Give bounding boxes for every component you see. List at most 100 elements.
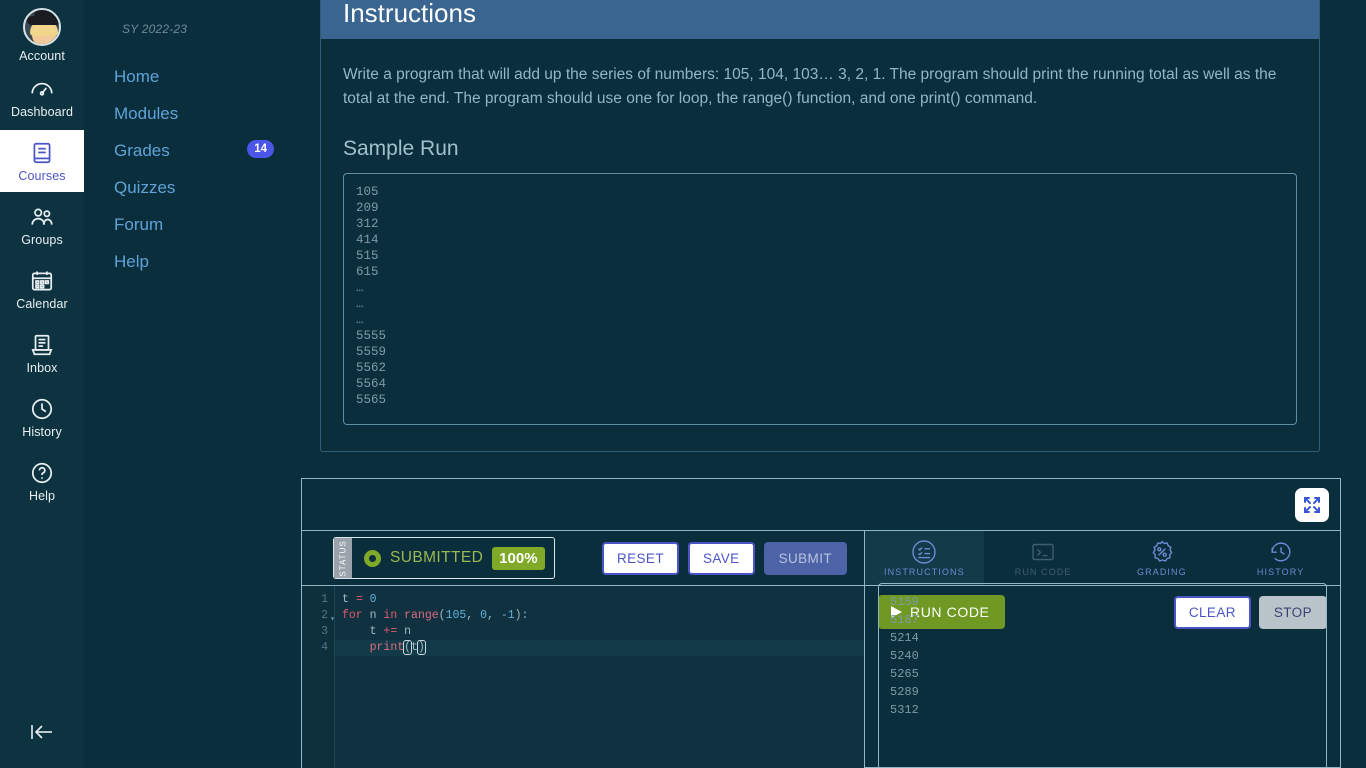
checklist-circle-icon [912, 540, 937, 564]
inbox-icon [31, 334, 53, 355]
course-nav-item-forum[interactable]: Forum [84, 206, 300, 243]
calendar-icon [31, 270, 53, 291]
code-token: ( [438, 609, 446, 622]
course-nav-item-home[interactable]: Home [84, 58, 300, 95]
console-output-line: 5187 [890, 613, 919, 627]
sidebar-item-history[interactable]: History [0, 386, 84, 448]
app-root: Account Dashboard Courses Groups Calenda… [0, 0, 1366, 768]
sample-output-line: 209 [356, 201, 379, 215]
submission-actions: RESET SAVE SUBMIT [601, 542, 847, 575]
expand-fullscreen-button[interactable] [1295, 488, 1329, 522]
sample-output-line: 515 [356, 249, 379, 263]
code-token: , [487, 609, 501, 622]
tab-grading[interactable]: GRADING [1103, 531, 1222, 585]
console-output-line: 5312 [890, 703, 919, 717]
ring-icon [364, 549, 381, 567]
code-token: n [369, 609, 384, 622]
status-inner: SUBMITTED 100% [352, 538, 554, 578]
percent-badge-icon [1152, 540, 1173, 562]
course-nav-item-quizzes[interactable]: Quizzes [84, 169, 300, 206]
tab-label: GRADING [1137, 567, 1187, 577]
save-button[interactable]: SAVE [687, 542, 755, 575]
editor-gutter: 1 2 ▾ 3 4 [302, 586, 335, 768]
code-token: 0 [480, 609, 487, 622]
sidebar-item-label: Groups [21, 232, 63, 247]
ide-toolbar [302, 479, 1340, 531]
sample-run-output: 105 209 312 414 515 615 … … … 5555 5559 5562 5564 556… [343, 173, 1297, 425]
code-token: 0 [369, 593, 377, 606]
tab-label: INSTRUCTIONS [884, 567, 965, 577]
status-state-text: SUBMITTED [390, 549, 484, 566]
sidebar-item-dashboard[interactable]: Dashboard [0, 66, 84, 128]
console-output-line: 5159 [890, 595, 919, 609]
sample-output-line: 5555 [356, 329, 387, 343]
sidebar-item-account[interactable]: Account [0, 4, 84, 66]
sample-output-line: 5564 [356, 377, 387, 391]
course-nav-label: Forum [114, 214, 164, 234]
sidebar-item-inbox[interactable]: Inbox [0, 322, 84, 384]
course-nav-label: Grades [114, 140, 170, 160]
code-token: t [342, 625, 384, 638]
course-nav-item-grades[interactable]: Grades 14 [84, 132, 300, 169]
code-token: t [342, 593, 356, 606]
gauge-icon [31, 82, 53, 96]
editor-code-line: t += n [342, 624, 864, 640]
sample-output-line: 5565 [356, 393, 387, 407]
sidebar-item-courses[interactable]: Courses [0, 130, 84, 192]
status-vertical-text: STATUS [338, 539, 348, 577]
instructions-card: Instructions Write a program that will a… [320, 0, 1320, 452]
sample-output-line: 5559 [356, 345, 387, 359]
sidebar-item-label: Inbox [26, 360, 58, 375]
terminal-icon [1032, 543, 1054, 561]
sidebar-item-label: Courses [18, 168, 66, 183]
ide-panel: STATUS SUBMITTED 100% RESET SAVE SUBMIT [301, 478, 1341, 768]
course-nav-label: Modules [114, 103, 179, 123]
console-output[interactable]: 5159 5187 5214 5240 5265 5289 5312 [878, 583, 1327, 768]
tab-label: HISTORY [1256, 567, 1305, 577]
instructions-text: Write a program that will add up the ser… [343, 66, 1277, 107]
status-chip: STATUS SUBMITTED 100% [333, 537, 555, 579]
instructions-body: Write a program that will add up the ser… [321, 39, 1319, 451]
code-editor[interactable]: 1 2 ▾ 3 4 t = 0 for n in range(105, 0, -1): t… [302, 586, 864, 768]
editor-code-line: print(t) [335, 640, 864, 656]
console-output-line: 5214 [890, 631, 919, 645]
collapse-sidebar-button[interactable] [0, 714, 84, 750]
sample-run-heading: Sample Run [343, 137, 459, 160]
submit-button[interactable]: SUBMIT [763, 542, 847, 575]
course-nav-item-help[interactable]: Help [84, 243, 300, 280]
editor-code-area[interactable]: t = 0 for n in range(105, 0, -1): t += n … [335, 586, 864, 768]
expand-fullscreen-icon [1304, 497, 1320, 513]
clock-icon [31, 398, 53, 419]
tab-instructions[interactable]: INSTRUCTIONS [865, 531, 984, 585]
editor-line-number: 4 [321, 641, 328, 654]
sample-output-line: 414 [356, 233, 379, 247]
code-token: ): [514, 609, 529, 622]
code-token: for [342, 609, 370, 622]
sidebar-item-groups[interactable]: Groups [0, 194, 84, 256]
reset-button[interactable]: RESET [601, 542, 679, 575]
editor-line-number: 2 ▾ [302, 608, 335, 624]
course-nav-label: Home [114, 66, 160, 86]
tab-history[interactable]: HISTORY [1221, 531, 1340, 585]
question-circle-icon [31, 462, 53, 483]
code-token: n [404, 625, 412, 638]
course-nav-list: Home Modules Grades 14 Quizzes Forum Hel… [84, 58, 300, 280]
sidebar-item-calendar[interactable]: Calendar [0, 258, 84, 320]
editor-line-number: 1 [321, 593, 328, 606]
sample-output-line: 5562 [356, 361, 387, 375]
code-token: , [466, 609, 481, 622]
course-nav-item-modules[interactable]: Modules [84, 95, 300, 132]
book-icon [33, 142, 51, 163]
editor-code-line: t = 0 [342, 592, 864, 608]
tab-label: RUN CODE [1014, 567, 1072, 577]
code-token: -1 [500, 609, 515, 622]
global-sidebar: Account Dashboard Courses Groups Calenda… [0, 0, 84, 768]
instructions-title: Instructions [321, 0, 1319, 39]
tab-run-code[interactable]: RUN CODE [984, 531, 1103, 585]
code-token: += [383, 625, 405, 638]
sidebar-item-label: History [22, 424, 62, 439]
sample-output-line: … [356, 297, 364, 311]
sidebar-item-help[interactable]: Help [0, 450, 84, 512]
console-output-line: 5289 [890, 685, 919, 699]
